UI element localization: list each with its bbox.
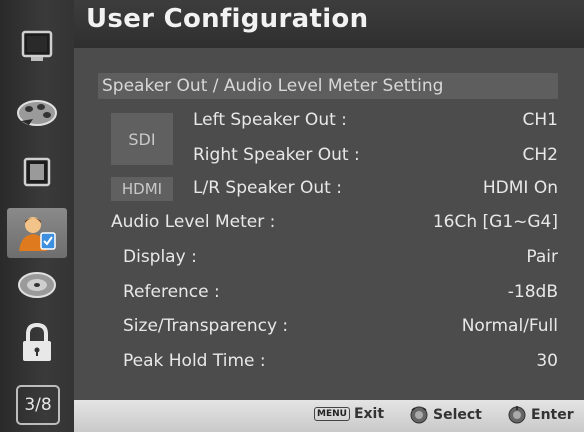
sidebar-item-lock[interactable] bbox=[7, 318, 67, 368]
display-label: Display : bbox=[123, 247, 197, 267]
sdi-input-badge: SDI bbox=[111, 113, 173, 165]
sidebar-item-user-config[interactable] bbox=[7, 208, 67, 258]
header: User Configuration bbox=[74, 0, 584, 48]
peak-hold-time-label: Peak Hold Time : bbox=[123, 351, 266, 371]
osd-screen: 3/8 User Configuration Speaker Out / Aud… bbox=[0, 0, 584, 432]
sidebar-item-picture[interactable] bbox=[7, 148, 67, 198]
exit-label: Exit bbox=[353, 406, 385, 422]
push-knob-icon bbox=[508, 406, 526, 424]
size-transparency-value[interactable]: Normal/Full bbox=[462, 316, 558, 336]
size-transparency-label: Size/Transparency : bbox=[123, 316, 289, 336]
select-hint[interactable]: Select bbox=[410, 406, 482, 424]
display-value[interactable]: Pair bbox=[526, 247, 558, 267]
select-label: Select bbox=[433, 407, 482, 423]
reference-label: Reference : bbox=[123, 282, 220, 302]
user-config-icon bbox=[19, 217, 56, 251]
sidebar-item-monitor[interactable] bbox=[7, 22, 67, 72]
left-speaker-out-label: Left Speaker Out : bbox=[193, 110, 347, 130]
sidebar: 3/8 bbox=[0, 0, 74, 432]
rotate-knob-icon bbox=[410, 406, 428, 424]
monitor-icon bbox=[21, 30, 53, 61]
right-speaker-out-value[interactable]: CH2 bbox=[523, 145, 558, 165]
section-title: Speaker Out / Audio Level Meter Setting bbox=[98, 73, 558, 99]
page-indicator: 3/8 bbox=[16, 385, 60, 425]
left-speaker-out-value[interactable]: CH1 bbox=[523, 110, 558, 130]
hdmi-input-badge: HDMI bbox=[111, 177, 173, 201]
color-palette-icon bbox=[17, 100, 57, 126]
peak-hold-time-value[interactable]: 30 bbox=[536, 351, 558, 371]
footer-help-bar: MENU Exit Select Enter bbox=[74, 400, 584, 432]
menu-key-icon: MENU bbox=[314, 407, 350, 421]
enter-hint[interactable]: Enter bbox=[508, 406, 574, 424]
disc-icon bbox=[18, 272, 56, 298]
right-speaker-out-label: Right Speaker Out : bbox=[193, 145, 360, 165]
enter-label: Enter bbox=[531, 407, 574, 423]
lr-speaker-out-label: L/R Speaker Out : bbox=[193, 178, 342, 198]
settings-panel: Speaker Out / Audio Level Meter Setting … bbox=[74, 48, 584, 400]
audio-level-meter-label: Audio Level Meter : bbox=[111, 212, 276, 232]
picture-icon bbox=[23, 157, 51, 187]
page-title: User Configuration bbox=[86, 4, 369, 34]
sidebar-item-disc[interactable] bbox=[7, 260, 67, 310]
exit-hint[interactable]: MENU Exit bbox=[314, 406, 384, 422]
reference-value[interactable]: -18dB bbox=[508, 282, 558, 302]
sidebar-item-color[interactable] bbox=[7, 88, 67, 138]
lock-icon bbox=[23, 322, 51, 361]
audio-level-meter-value[interactable]: 16Ch [G1~G4] bbox=[433, 212, 558, 232]
lr-speaker-out-value[interactable]: HDMI On bbox=[483, 178, 558, 198]
